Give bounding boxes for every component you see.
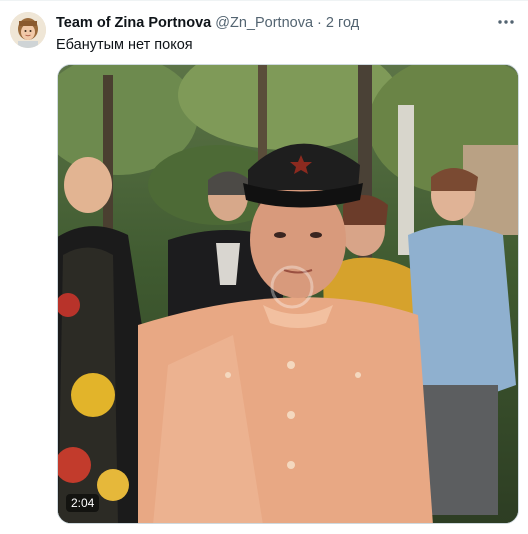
top-divider	[0, 0, 528, 1]
more-horizontal-icon	[498, 20, 514, 24]
avatar-image	[10, 12, 46, 48]
video-player[interactable]	[57, 64, 519, 524]
avatar[interactable]	[10, 12, 46, 48]
tweet-text: Ебанутым нет покоя	[56, 37, 193, 53]
timestamp[interactable]: 2 год	[326, 15, 359, 31]
separator: ·	[317, 15, 322, 31]
display-name[interactable]: Team of Zina Portnova	[56, 15, 211, 31]
video-duration-badge: 2:04	[66, 494, 100, 512]
more-options-button[interactable]	[496, 12, 516, 32]
video-thumbnail	[58, 65, 518, 523]
handle[interactable]: @Zn_Portnova	[215, 15, 313, 31]
tweet-header: Team of Zina Portnova @Zn_Portnova · 2 г…	[56, 14, 359, 32]
